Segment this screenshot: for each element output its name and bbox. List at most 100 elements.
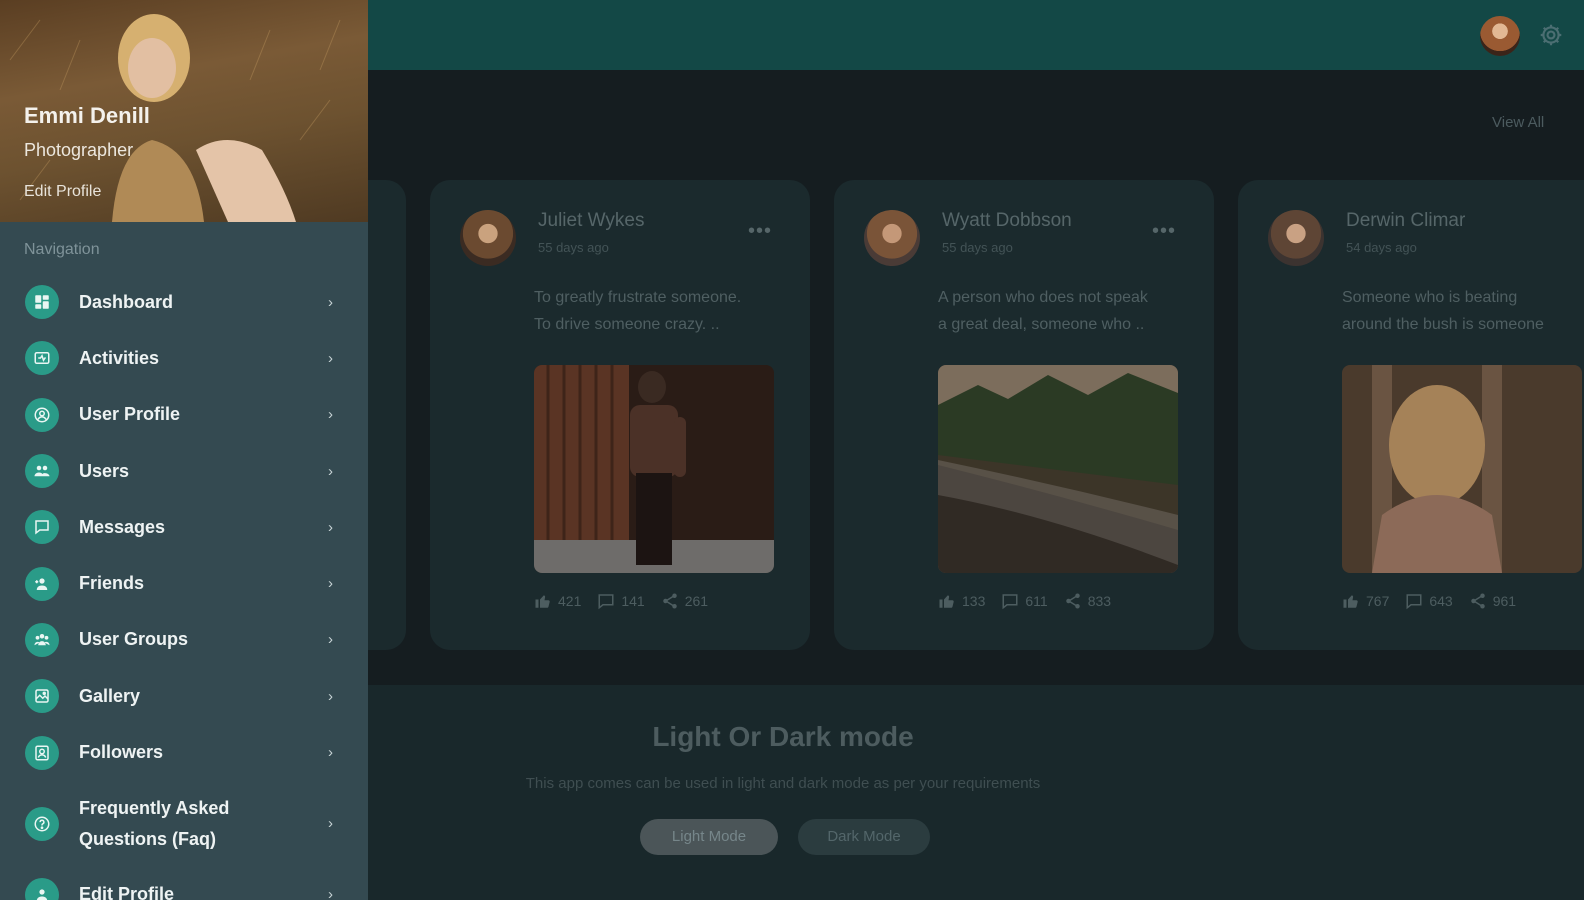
post-text: To greatly frustrate someone. To drive s… [534,289,742,333]
sidebar-item-label: Messages [79,516,166,537]
sidebar-item-messages[interactable]: Messages › [0,499,368,555]
shares-count: 833 [1087,593,1112,609]
sidebar-item-label: Activities [79,347,160,368]
sidebar-item-users[interactable]: Users › [0,443,368,499]
comments-count: 611 [1025,593,1048,609]
post-image [1342,365,1582,573]
author-name: Wyatt Dobbson [942,210,1072,231]
likes-stat[interactable]: 133 [938,592,985,610]
post-text: Someone who is beating around the bush i… [1342,289,1544,333]
comment-icon [598,594,614,610]
friends-icon [25,566,59,601]
chevron-right-icon: › [328,815,333,833]
author-name: Juliet Wykes [538,210,645,231]
post-stats: 767 643 961 [1342,592,1516,610]
chevron-right-icon: › [328,575,333,593]
chevron-right-icon: › [328,631,333,649]
sidebar-item-label: Dashboard [79,291,174,312]
post-time: 54 days ago [1346,240,1417,255]
thumbs-up-icon [1343,595,1358,608]
chevron-right-icon: › [328,744,333,762]
edit-profile-link[interactable]: Edit Profile [24,183,101,201]
shares-stat[interactable]: 261 [661,592,708,610]
post-card-partial [368,180,406,650]
activities-icon [25,341,59,376]
sidebar-item-dashboard[interactable]: Dashboard › [0,274,368,330]
post-image [534,365,774,573]
sidebar-item-activities[interactable]: Activities › [0,330,368,386]
navigation-heading: Navigation [24,241,100,258]
chevron-right-icon: › [328,406,333,424]
profile-name: Emmi Denill [24,103,150,128]
sidebar-item-label: Frequently Asked Questions (Faq) [79,797,230,849]
likes-count: 767 [1366,593,1390,609]
chevron-right-icon: › [328,349,333,367]
user-avatar[interactable] [1480,16,1520,56]
sidebar-item-followers[interactable]: Followers › [0,724,368,780]
shares-count: 961 [1492,593,1517,609]
sidebar-item-label: Friends [79,573,145,594]
likes-stat[interactable]: 421 [534,592,581,610]
post-image [938,365,1178,573]
sidebar-item-faq[interactable]: Frequently Asked Questions (Faq) › [0,781,368,867]
chevron-right-icon: › [328,687,333,705]
app: View All Juliet Wykes 55 days ago ••• To… [0,0,1584,900]
post-card[interactable]: Juliet Wykes 55 days ago ••• To greatly … [430,180,810,650]
sidebar-item-label: Users [79,460,130,481]
users-icon [25,454,59,489]
comment-icon [1002,594,1018,610]
sidebar-item-friends[interactable]: Friends › [0,555,368,611]
gallery-icon [25,679,59,714]
comments-stat[interactable]: 611 [1001,592,1048,610]
dark-mode-button[interactable]: Dark Mode [798,819,930,855]
sidebar-item-edit-profile[interactable]: Edit Profile › [0,867,368,900]
faq-icon [25,806,59,841]
post-card[interactable]: Derwin Climar 54 days ago Someone who is… [1238,180,1584,650]
comments-count: 141 [621,593,645,609]
edit-profile-icon [25,877,59,900]
author-avatar [460,210,516,266]
thumbs-up-icon [939,595,954,608]
comments-stat[interactable]: 141 [597,592,645,610]
author-avatar [864,210,920,266]
shares-stat[interactable]: 961 [1469,592,1516,610]
post-card[interactable]: Wyatt Dobbson 55 days ago ••• A person w… [834,180,1214,650]
comments-stat[interactable]: 643 [1405,592,1453,610]
light-mode-button[interactable]: Light Mode [640,819,778,855]
post-time: 55 days ago [942,240,1013,255]
likes-stat[interactable]: 767 [1342,592,1389,610]
chevron-right-icon: › [328,293,333,311]
followers-icon [25,735,59,770]
author-avatar [1268,210,1324,266]
likes-count: 133 [962,593,986,609]
post-stats: 133 611 833 [938,592,1111,610]
post-time: 55 days ago [538,240,609,255]
likes-count: 421 [558,593,582,609]
chevron-right-icon: › [328,518,333,536]
more-options-icon[interactable]: ••• [748,220,772,243]
shares-stat[interactable]: 833 [1064,592,1111,610]
view-all-link[interactable]: View All [1492,114,1544,131]
sidebar-item-label: Gallery [79,685,141,706]
more-options-icon[interactable]: ••• [1152,220,1176,243]
chevron-right-icon: › [328,886,333,900]
sidebar-item-user-groups[interactable]: User Groups › [0,612,368,668]
mode-title: Light Or Dark mode [652,721,914,752]
comments-count: 643 [1429,593,1453,609]
share-icon [1470,593,1485,609]
profile-role: Photographer [24,140,134,160]
sidebar-item-gallery[interactable]: Gallery › [0,668,368,724]
user-profile-icon [25,397,59,432]
author-name: Derwin Climar [1346,210,1466,231]
shares-count: 261 [684,593,709,609]
share-icon [662,593,677,609]
share-icon [1065,593,1080,609]
sidebar-item-user-profile[interactable]: User Profile › [0,387,368,443]
chevron-right-icon: › [328,462,333,480]
post-text: A person who does not speak a great deal… [938,289,1148,333]
user-groups-icon [25,622,59,657]
gear-icon[interactable] [1538,22,1564,48]
sidebar: Emmi Denill Photographer Edit Profile Na… [0,0,368,900]
messages-icon [25,510,59,545]
theme-mode-section: Light Or Dark mode This app comes can be… [368,685,1584,900]
